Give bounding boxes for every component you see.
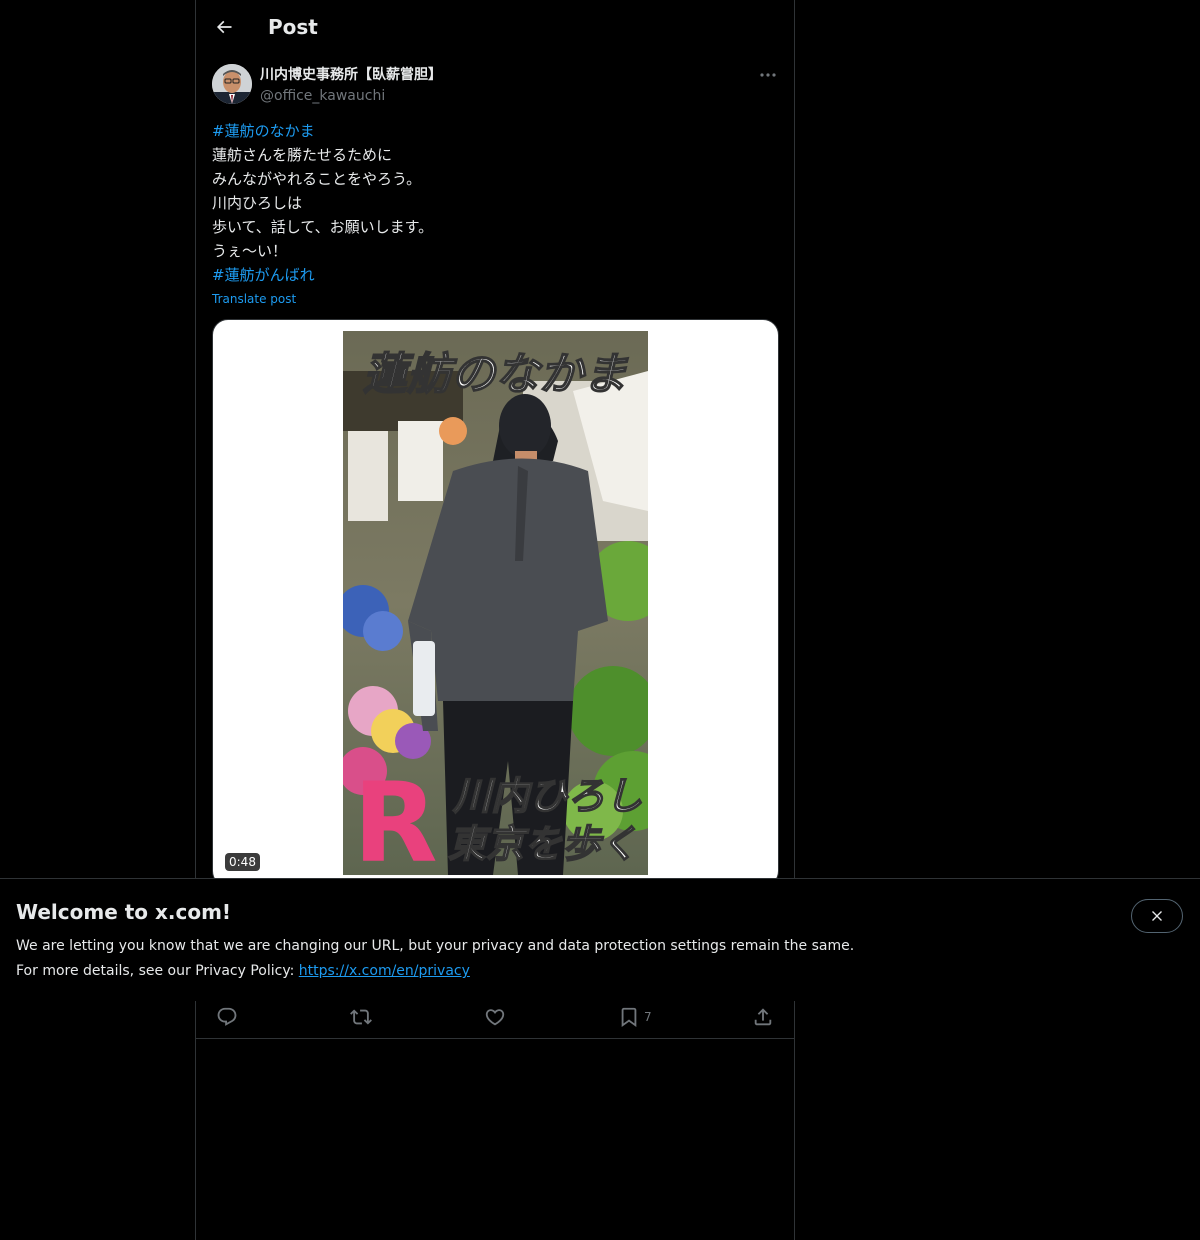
bookmark-count: 7 [644,1010,652,1024]
bookmark-button[interactable]: 7 [618,1004,652,1030]
reply-icon [217,1007,237,1026]
author-handle[interactable]: @office_kawauchi [260,86,385,106]
action-bar: 7 [196,998,794,1039]
bookmark-icon [621,1007,637,1028]
video-overlay-title: 蓮舫のなかま [363,349,629,400]
repost-button[interactable] [350,1004,376,1030]
video-overlay-subtitle-2: 東京を歩く [448,822,638,866]
privacy-policy-link[interactable]: https://x.com/en/privacy [299,963,470,979]
like-button[interactable] [484,1004,510,1030]
tweet-text: #蓮舫のなかま 蓮舫さんを勝たせるために みんながやれることをやろう。 川内ひろ… [212,119,772,287]
banner-privacy-prefix: For more details, see our Privacy Policy… [16,963,299,979]
share-icon [754,1008,772,1026]
tweet-line: 川内ひろしは [212,194,303,212]
heart-icon [485,1009,505,1026]
more-horizontal-icon [760,73,776,77]
page-header: Post [196,0,794,54]
share-button[interactable] [752,1004,778,1030]
video-player[interactable]: 蓮舫のなかま R 川内ひろし 東京を歩く 0:48 [212,319,779,887]
tweet-line: 蓮舫さんを勝たせるために [212,146,393,164]
repost-icon [350,1009,372,1025]
tweet-line: みんながやれることをやろう。 [212,170,422,188]
main-column: Post 川内博史事務所【臥薪嘗胆】 @office_kawauchi #蓮舫の… [195,0,795,1240]
reply-button[interactable] [216,1004,242,1030]
hashtag-link[interactable]: #蓮舫がんばれ [212,263,772,287]
video-overlay-logo: R [353,759,438,875]
tweet-line: うぇ〜い！ [212,242,288,260]
banner-privacy-line: For more details, see our Privacy Policy… [16,961,470,981]
banner-message: We are letting you know that we are chan… [16,938,855,954]
arrow-left-icon [216,20,232,34]
video-duration: 0:48 [225,853,260,871]
video-thumbnail: 蓮舫のなかま R 川内ひろし 東京を歩く [343,331,648,875]
avatar[interactable] [212,64,252,104]
tweet-line: 歩いて、話して、お願いします。 [212,218,434,236]
close-icon [1152,911,1162,921]
welcome-banner: Welcome to x.com! We are letting you kno… [0,878,1200,1001]
translate-post-link[interactable]: Translate post [212,290,296,308]
back-button[interactable] [208,11,240,43]
avatar-image [212,64,252,104]
video-overlay-subtitle-1: 川内ひろし [452,774,643,818]
banner-title: Welcome to x.com! [16,900,232,924]
more-options-button[interactable] [754,64,782,86]
close-banner-button[interactable] [1131,899,1183,933]
page-title: Post [268,15,318,39]
hashtag-link[interactable]: #蓮舫のなかま [212,119,772,143]
author-display-name[interactable]: 川内博史事務所【臥薪嘗胆】 [260,65,442,85]
